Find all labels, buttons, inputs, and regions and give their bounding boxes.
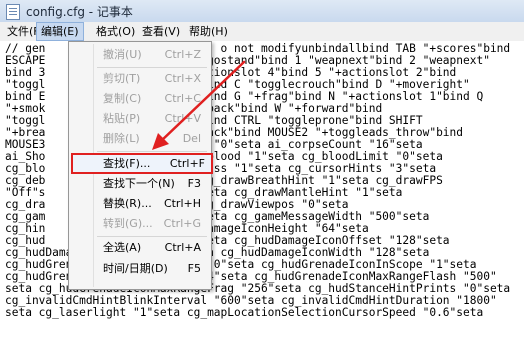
- menu-item-label: 全选(A): [103, 241, 142, 254]
- menu-item-find-next[interactable]: 查找下一个(N) F3: [71, 174, 209, 193]
- menu-item-label: 删除(L): [103, 132, 140, 145]
- menu-item-time-date[interactable]: 时间/日期(D) F5: [71, 259, 209, 278]
- menu-item-label: 转到(G)...: [103, 217, 153, 230]
- menu-item-shortcut: Ctrl+C: [164, 92, 201, 105]
- menu-item-shortcut: Del: [182, 132, 201, 145]
- menu-item-label: 剪切(T): [103, 72, 141, 85]
- menu-item-label: 撤消(U): [103, 48, 142, 61]
- edit-menu-dropdown: 撤消(U) Ctrl+Z 剪切(T) Ctrl+X 复制(C) Ctrl+C 粘…: [68, 41, 213, 290]
- menu-item-shortcut: F5: [187, 262, 201, 275]
- menu-item-shortcut: Ctrl+Z: [164, 48, 201, 61]
- menu-item-label: 时间/日期(D): [103, 262, 168, 275]
- menu-item-goto[interactable]: 转到(G)... Ctrl+G: [71, 214, 209, 233]
- menu-item-undo[interactable]: 撤消(U) Ctrl+Z: [71, 45, 209, 64]
- menu-item-delete[interactable]: 删除(L) Del: [71, 129, 209, 148]
- menu-item-label: 查找(F)...: [103, 157, 151, 170]
- menu-item-shortcut: Ctrl+H: [163, 197, 201, 210]
- menu-item-label: 替换(R)...: [103, 197, 152, 210]
- menu-item-paste[interactable]: 粘贴(P) Ctrl+V: [71, 109, 209, 128]
- menu-item-shortcut: Ctrl+A: [164, 241, 201, 254]
- menu-separator: [97, 151, 207, 152]
- title-bar: config.cfg - 记事本: [0, 0, 524, 23]
- menu-item-cut[interactable]: 剪切(T) Ctrl+X: [71, 69, 209, 88]
- menu-item-shortcut: Ctrl+X: [164, 72, 201, 85]
- notepad-icon: [6, 4, 20, 20]
- menu-separator: [97, 67, 207, 68]
- menu-item-label: 粘贴(P): [103, 112, 141, 125]
- menu-bar: 文件(F) 编辑(E) 格式(O) 查看(V) 帮助(H): [0, 22, 524, 42]
- text-line: seta cg_laserlight "1"seta cg_mapLocatio…: [5, 306, 484, 319]
- menu-item-replace[interactable]: 替换(R)... Ctrl+H: [71, 194, 209, 213]
- menu-item-shortcut: Ctrl+F: [169, 157, 205, 170]
- menu-item-find[interactable]: 查找(F)... Ctrl+F: [71, 153, 213, 174]
- menu-item-shortcut: Ctrl+V: [164, 112, 201, 125]
- menu-item-shortcut: Ctrl+G: [163, 217, 201, 230]
- menu-item-shortcut: F3: [187, 177, 201, 190]
- menu-format[interactable]: 格式(O): [92, 22, 139, 41]
- menu-item-copy[interactable]: 复制(C) Ctrl+C: [71, 89, 209, 108]
- menu-item-label: 查找下一个(N): [103, 177, 175, 190]
- menu-item-label: 复制(C): [103, 92, 142, 105]
- menu-help[interactable]: 帮助(H): [185, 22, 232, 41]
- menu-edit[interactable]: 编辑(E): [36, 22, 84, 41]
- menu-view[interactable]: 查看(V): [138, 22, 184, 41]
- menu-item-select-all[interactable]: 全选(A) Ctrl+A: [71, 238, 209, 257]
- menu-separator: [97, 236, 207, 237]
- window-title: config.cfg - 记事本: [26, 5, 133, 19]
